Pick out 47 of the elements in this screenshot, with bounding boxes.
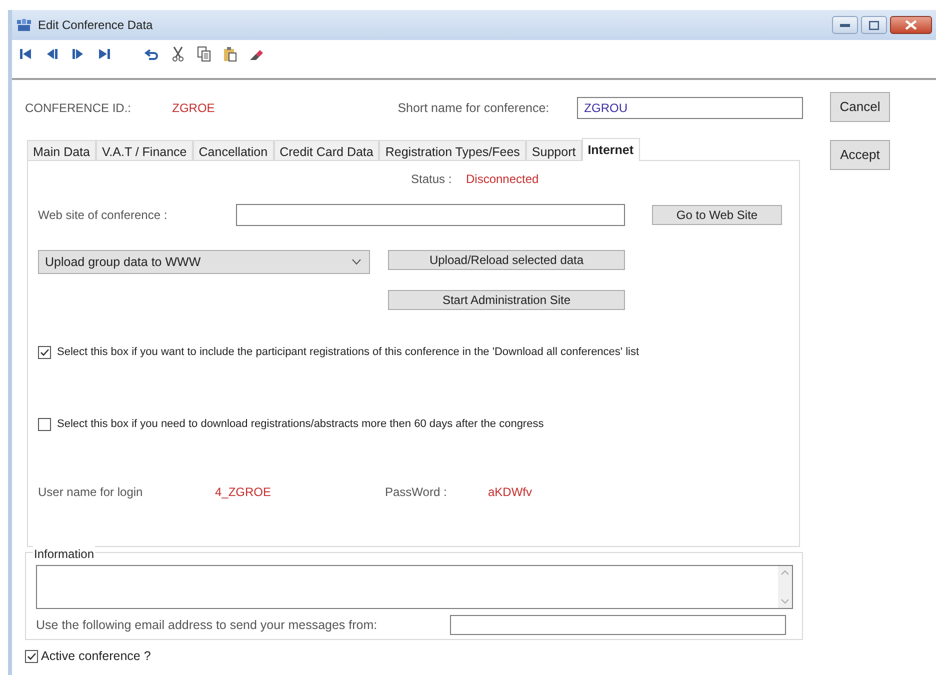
close-icon: [905, 20, 917, 30]
maximize-button[interactable]: [861, 16, 887, 34]
login-label: User name for login: [38, 484, 144, 501]
checkbox[interactable]: [38, 418, 51, 430]
copy-icon[interactable]: [196, 46, 212, 62]
website-field[interactable]: [236, 204, 625, 226]
tab[interactable]: Registration Types/Fees: [379, 140, 526, 160]
short-name-label: Short name for conference:: [398, 100, 550, 117]
first-record-icon[interactable]: [18, 46, 34, 62]
chevron-down-icon: [352, 259, 361, 265]
email-label: Use the following email address to send your messages from:: [36, 616, 378, 634]
email-field[interactable]: [450, 615, 786, 635]
dialog-button[interactable]: Cancel: [830, 92, 890, 122]
last-record-icon[interactable]: [96, 46, 112, 62]
minimize-icon: [840, 23, 850, 27]
checkbox-label: Select this box if you need to download registrations/abstracts more then 60 days after the congress: [57, 416, 544, 432]
website-label: Web site of conference :: [38, 207, 168, 224]
close-button[interactable]: [890, 16, 932, 34]
maximize-icon: [869, 20, 879, 30]
tab[interactable]: Main Data: [27, 140, 96, 160]
password-value: aKDWfv: [488, 484, 532, 501]
conference-id-label: CONFERENCE ID.:: [25, 100, 132, 117]
tab[interactable]: Internet: [582, 138, 640, 161]
cut-icon[interactable]: [170, 46, 186, 62]
go-to-website-button[interactable]: Go to Web Site: [652, 205, 782, 225]
tab[interactable]: V.A.T / Finance: [96, 140, 193, 160]
app-icon: [16, 17, 32, 33]
checkbox-label: Select this box if you want to include the participant registrations of this conference in the 'Download all conferences' list: [57, 344, 640, 360]
upload-reload-button[interactable]: Upload/Reload selected data: [388, 250, 625, 270]
minimize-button[interactable]: [832, 16, 858, 34]
checkbox-label: Active conference ?: [41, 648, 151, 665]
window-title: Edit Conference Data: [38, 17, 153, 34]
start-administration-button[interactable]: Start Administration Site: [388, 290, 625, 310]
conference-id-value: ZGROE: [172, 100, 216, 117]
tab[interactable]: Support: [526, 140, 582, 160]
short-name-field[interactable]: ZGROU: [577, 97, 803, 119]
password-label: PassWord :: [385, 484, 448, 501]
checkbox[interactable]: [25, 650, 38, 662]
dialog-button[interactable]: Accept: [830, 140, 890, 170]
status-value: Disconnected: [466, 171, 539, 188]
status-label: Status :: [411, 171, 453, 188]
tab[interactable]: Credit Card Data: [274, 140, 380, 160]
checkbox[interactable]: [38, 346, 51, 358]
paste-icon[interactable]: [222, 46, 238, 62]
upload-dropdown[interactable]: Upload group data to WWW: [38, 250, 370, 274]
tab[interactable]: Cancellation: [192, 140, 274, 160]
login-value: 4_ZGROE: [215, 484, 272, 501]
